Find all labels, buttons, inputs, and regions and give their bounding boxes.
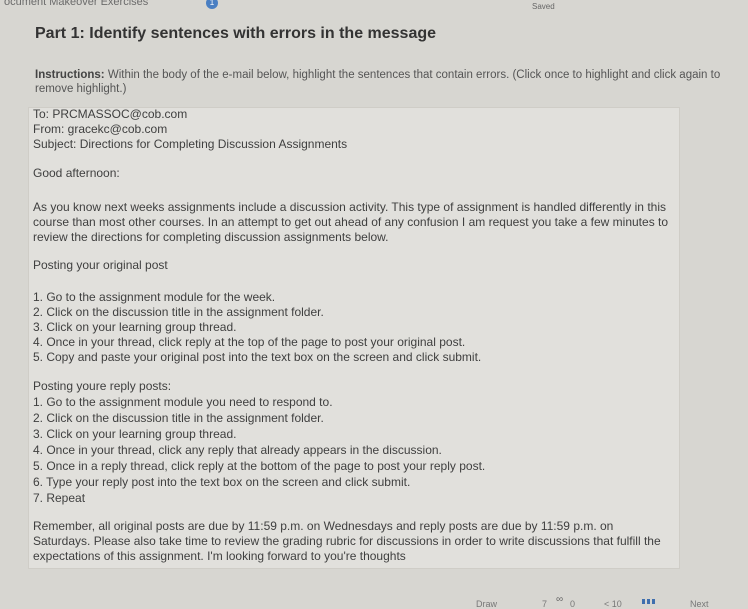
instructions: Instructions: Within the body of the e-m… <box>35 68 748 96</box>
original-heading[interactable]: Posting your original post <box>33 258 168 273</box>
original-step[interactable]: 4. Once in your thread, click reply at t… <box>33 335 465 350</box>
zoom-level[interactable]: < 10 <box>604 599 622 609</box>
instructions-text: Within the body of the e-mail below, hig… <box>35 69 721 95</box>
original-step[interactable]: 5. Copy and paste your original post int… <box>33 350 481 365</box>
toolbar-number: 7 <box>542 599 548 609</box>
original-step[interactable]: 2. Click on the discussion title in the … <box>33 305 324 320</box>
email-intro[interactable]: As you know next weeks assignments inclu… <box>33 200 673 245</box>
reply-step[interactable]: 2. Click on the discussion title in the … <box>33 411 324 426</box>
reply-step[interactable]: 3. Click on your learning group thread. <box>33 427 236 442</box>
original-step[interactable]: 3. Click on your learning group thread. <box>33 320 236 335</box>
email-closing[interactable]: Remember, all original posts are due by … <box>33 519 673 564</box>
page-title: Part 1: Identify sentences with errors i… <box>35 25 437 42</box>
reply-step[interactable]: 4. Once in your thread, click any reply … <box>33 443 442 458</box>
info-badge[interactable]: 1 <box>206 0 218 9</box>
email-from[interactable]: From: gracekc@cob.com <box>33 122 167 137</box>
save-status: Saved <box>532 2 555 11</box>
top-bar: ocument Makeover Exercises 1 Saved <box>0 0 748 14</box>
email-body: To: PRCMASSOC@cob.com From: gracekc@cob.… <box>28 107 680 569</box>
reply-step[interactable]: 6. Type your reply post into the text bo… <box>33 475 410 490</box>
breadcrumb: ocument Makeover Exercises <box>4 0 149 8</box>
grid-icon[interactable] <box>642 599 656 604</box>
link-icon[interactable]: ∞ <box>556 594 563 605</box>
reply-step[interactable]: 1. Go to the assignment module you need … <box>33 395 333 410</box>
email-to[interactable]: To: PRCMASSOC@cob.com <box>33 107 187 122</box>
draw-button[interactable]: Draw <box>476 599 497 609</box>
instructions-label: Instructions: <box>35 69 105 81</box>
bottom-toolbar: Draw 7 ∞ 0 < 10 Next <box>0 594 748 609</box>
toolbar-number: 0 <box>570 599 576 609</box>
original-step[interactable]: 1. Go to the assignment module for the w… <box>33 290 275 305</box>
reply-step[interactable]: 7. Repeat <box>33 491 85 506</box>
reply-step[interactable]: 5. Once in a reply thread, click reply a… <box>33 459 485 474</box>
reply-heading[interactable]: Posting youre reply posts: <box>33 379 171 394</box>
email-greeting[interactable]: Good afternoon: <box>33 166 120 181</box>
email-subject[interactable]: Subject: Directions for Completing Discu… <box>33 137 347 152</box>
next-button[interactable]: Next <box>690 599 709 609</box>
